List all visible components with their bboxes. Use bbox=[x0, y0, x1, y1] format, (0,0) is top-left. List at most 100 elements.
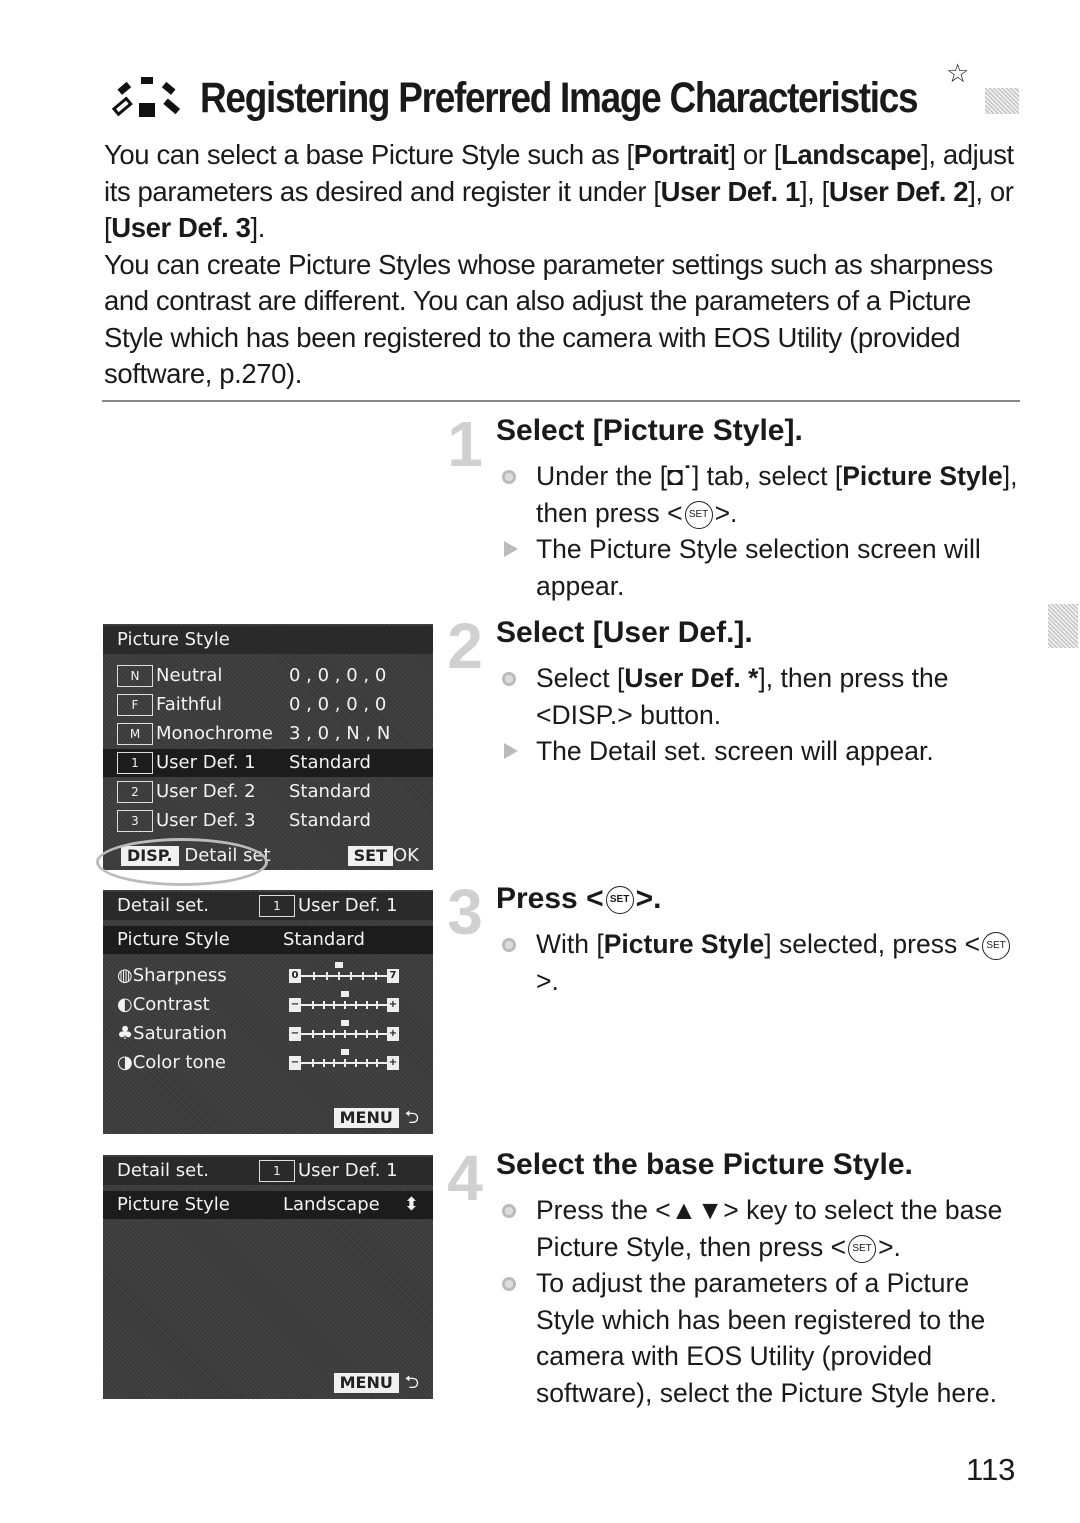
slider-tick bbox=[354, 1001, 357, 1009]
step-title: Select [User Def.]. bbox=[496, 616, 753, 649]
style-icon: N bbox=[117, 665, 153, 687]
slider-tick bbox=[365, 1059, 368, 1067]
slider-tick bbox=[344, 1059, 346, 1067]
picture-style-option[interactable]: F Faithful 0 , 0 , 0 , 0 bbox=[103, 691, 433, 719]
style-name: User Def. 1 bbox=[298, 1160, 398, 1181]
parameter-slider[interactable]: − + bbox=[289, 1049, 399, 1071]
step-number: 1 bbox=[447, 408, 483, 480]
slider-marker bbox=[341, 1020, 349, 1026]
style-icon: F bbox=[117, 694, 153, 716]
bold-term: Picture Style bbox=[603, 929, 765, 959]
picture-style-icon bbox=[111, 77, 181, 117]
parameter-row[interactable]: ◍Sharpness 0 7 bbox=[103, 962, 433, 990]
step-number: 3 bbox=[447, 876, 483, 948]
text-run: >. bbox=[536, 965, 559, 996]
picture-style-value: Landscape bbox=[283, 1194, 380, 1215]
picture-style-option[interactable]: N Neutral 0 , 0 , 0 , 0 bbox=[103, 662, 433, 690]
detail-set-landscape-screen: Detail set. 1 User Def. 1 Picture Style L… bbox=[103, 1155, 433, 1399]
text-run: You can select a base Picture Style such… bbox=[104, 139, 634, 170]
picture-style-row[interactable]: Picture Style Standard bbox=[103, 926, 433, 954]
bold-term: ◘˙ bbox=[667, 461, 692, 491]
intro-text: You can select a base Picture Style such… bbox=[104, 137, 1034, 393]
slider-tick bbox=[322, 1030, 325, 1038]
back-icon: ⮌ bbox=[404, 1107, 419, 1128]
text-run: To adjust the parameters of a Picture St… bbox=[536, 1268, 998, 1408]
style-value: Standard bbox=[289, 752, 371, 773]
bold-term: Portrait bbox=[633, 139, 729, 170]
slider-tick bbox=[333, 1059, 336, 1067]
picture-style-row[interactable]: Picture Style Landscape ⬍ bbox=[103, 1191, 433, 1219]
menu-key[interactable]: MENU bbox=[333, 1108, 399, 1128]
slider-tick bbox=[376, 1001, 379, 1009]
set-key[interactable]: SET bbox=[347, 846, 394, 866]
bold-term: User Def. 1 bbox=[660, 175, 801, 207]
bullet-icon bbox=[502, 672, 516, 686]
style-value: 0 , 0 , 0 , 0 bbox=[289, 665, 387, 686]
parameter-icon: ♣ bbox=[117, 1023, 134, 1044]
parameter-row[interactable]: ◐Contrast − + bbox=[103, 991, 433, 1019]
slider-max: 7 bbox=[387, 969, 399, 983]
step-items: With [Picture Style] selected, press < SE… bbox=[496, 926, 1026, 999]
text-run: >. bbox=[714, 497, 738, 528]
style-icon: 1 bbox=[117, 752, 153, 774]
instruction-item: Press the <▲▼> key to select the base Pi… bbox=[496, 1192, 1026, 1265]
slider-tick bbox=[322, 1001, 325, 1009]
slider-marker bbox=[334, 962, 343, 968]
parameter-row[interactable]: ♣Saturation − + bbox=[103, 1020, 433, 1048]
page-title: Registering Preferred Image Characterist… bbox=[108, 66, 1034, 130]
side-chapter-tab bbox=[1048, 604, 1078, 648]
step-number: 2 bbox=[447, 610, 483, 682]
user-def-icon: 1 bbox=[259, 895, 295, 917]
slider-tick bbox=[333, 1001, 336, 1009]
style-name: Faithful bbox=[156, 694, 222, 715]
step-title: Press < SET >. bbox=[496, 882, 661, 916]
text-run: >. bbox=[878, 1231, 901, 1262]
bold-term: Picture Style bbox=[842, 461, 1003, 491]
text-run: ] selected, press < bbox=[764, 929, 981, 959]
bullet-icon bbox=[502, 938, 516, 952]
slider-max: + bbox=[387, 1027, 399, 1041]
picture-style-option[interactable]: 3 User Def. 3 Standard bbox=[103, 807, 433, 835]
bullet-icon bbox=[502, 470, 516, 484]
parameter-name: Saturation bbox=[133, 1023, 227, 1044]
text-run: ]. bbox=[250, 212, 266, 243]
picture-style-option[interactable]: M Monochrome 3 , 0 , N , N bbox=[103, 720, 433, 748]
text-run: Press < bbox=[496, 882, 604, 915]
slider-marker bbox=[341, 991, 349, 997]
slider-tick bbox=[313, 972, 316, 980]
up-down-icon[interactable]: ⬍ bbox=[404, 1191, 419, 1219]
menu-key[interactable]: MENU bbox=[333, 1373, 399, 1393]
title-text: Registering Preferred Image Characterist… bbox=[200, 73, 919, 122]
screen-title: Detail set. bbox=[117, 1160, 209, 1181]
page-number: 113 bbox=[966, 1452, 1016, 1487]
slider-tick bbox=[325, 972, 328, 980]
slider-tick bbox=[362, 972, 365, 980]
picture-style-label: Picture Style bbox=[117, 1194, 230, 1215]
chapter-tab-marker bbox=[985, 88, 1019, 114]
instruction-item: To adjust the parameters of a Picture St… bbox=[496, 1265, 1026, 1411]
intro-paragraph-2: You can create Picture Styles whose para… bbox=[104, 248, 993, 390]
slider-max: + bbox=[387, 1056, 399, 1070]
parameter-slider[interactable]: − + bbox=[289, 991, 399, 1013]
slider-tick bbox=[333, 1030, 336, 1038]
set-button-icon: SET bbox=[684, 500, 713, 529]
set-button-icon: SET bbox=[605, 886, 634, 915]
text-run: Press the <▲▼> key to select the base Pi… bbox=[536, 1195, 1003, 1262]
slider-tick bbox=[322, 1059, 325, 1067]
step-title: Select the base Picture Style. bbox=[496, 1148, 913, 1181]
style-name: User Def. 3 bbox=[156, 810, 256, 831]
parameter-name: Sharpness bbox=[132, 965, 227, 986]
parameter-slider[interactable]: 07 bbox=[289, 962, 399, 984]
instruction-item: Select [User Def. *], then press the <DI… bbox=[496, 660, 1026, 733]
parameter-row[interactable]: ◑Color tone − + bbox=[103, 1049, 433, 1077]
bold-term: User Def. * bbox=[624, 663, 759, 693]
picture-style-label: Picture Style bbox=[117, 929, 230, 950]
style-icon: M bbox=[117, 723, 153, 745]
parameter-slider[interactable]: − + bbox=[289, 1020, 399, 1042]
style-value: 0 , 0 , 0 , 0 bbox=[289, 694, 387, 715]
picture-style-option[interactable]: 2 User Def. 2 Standard bbox=[103, 778, 433, 806]
picture-style-option[interactable]: 1 User Def. 1 Standard bbox=[103, 749, 433, 777]
slider-tick bbox=[376, 1059, 379, 1067]
result-item: The Detail set. screen will appear. bbox=[496, 733, 1026, 770]
style-name: User Def. 2 bbox=[156, 781, 256, 802]
